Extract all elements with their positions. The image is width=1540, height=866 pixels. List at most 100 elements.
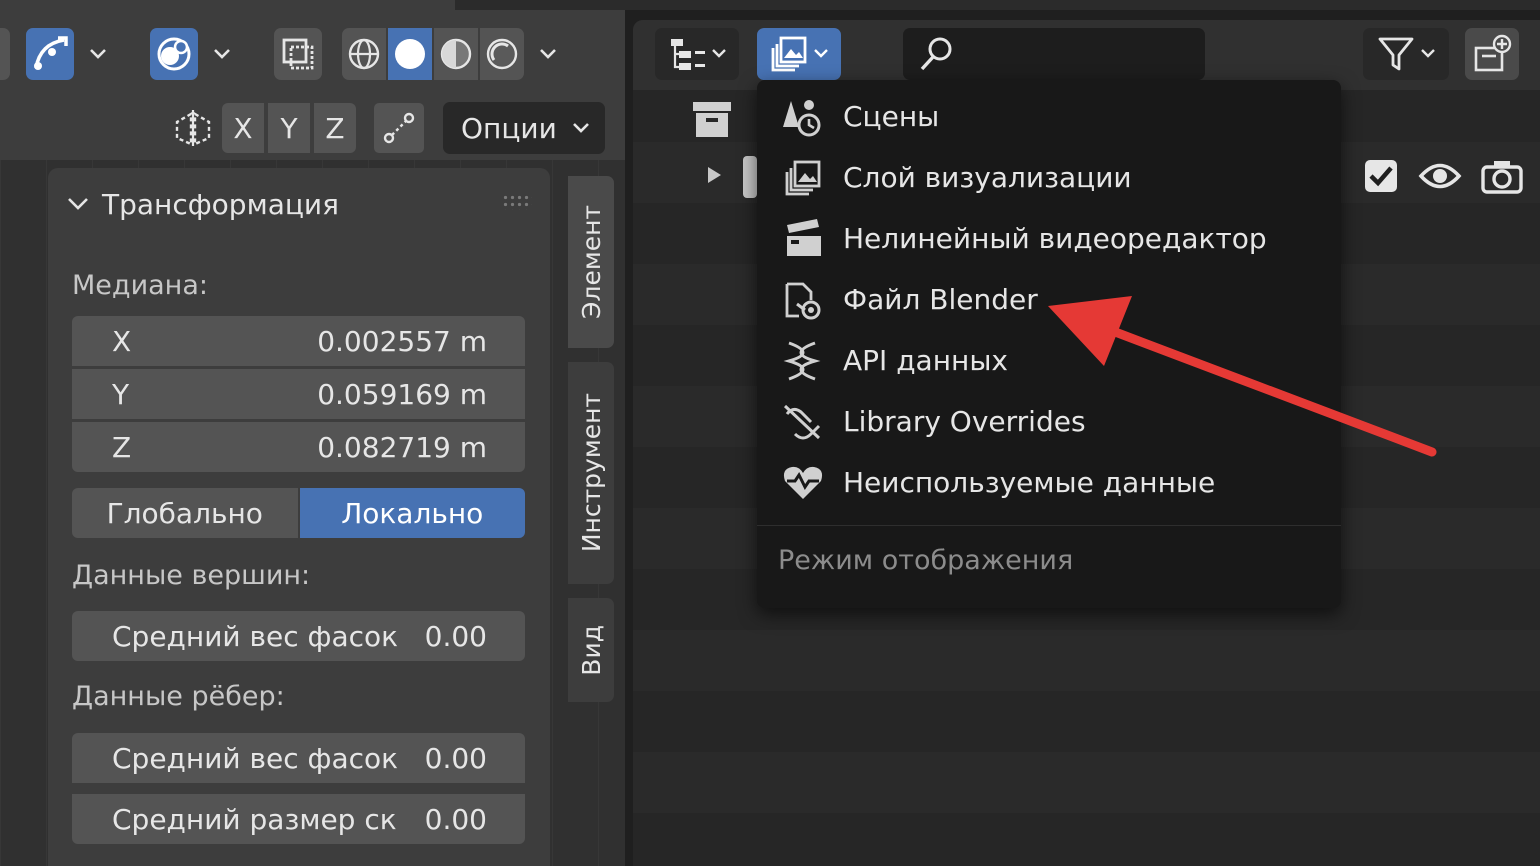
field-label: X <box>112 324 132 358</box>
material-sphere-icon <box>440 38 472 70</box>
gizmo-dropdown-button[interactable] <box>76 28 120 80</box>
menu-title: Режим отображения <box>778 545 1074 576</box>
menu-item-scenes[interactable]: Сцены <box>757 86 1341 147</box>
vertex-bevel-weight-field[interactable]: Средний вес фасок 0.00 <box>72 611 525 661</box>
drag-grip-icon[interactable] <box>502 194 532 210</box>
chevron-down-icon <box>540 49 556 59</box>
options-dropdown[interactable]: Опции <box>443 102 605 154</box>
mirror-icon-holder <box>168 103 218 153</box>
menu-separator <box>757 525 1341 526</box>
wireframe-sphere-icon <box>348 38 380 70</box>
menu-item-label: Library Overrides <box>843 405 1086 438</box>
global-button[interactable]: Глобально <box>72 488 298 538</box>
tab-view[interactable]: Вид <box>568 598 614 702</box>
menu-item-orphan-data[interactable]: Неиспользуемые данные <box>757 452 1341 513</box>
field-label: Y <box>112 377 130 411</box>
view-layer-icon <box>781 159 825 197</box>
scenes-icon <box>781 98 825 137</box>
edge-bevel-weight-field[interactable]: Средний вес фасок 0.00 <box>72 733 525 783</box>
gizmo-group <box>26 28 120 80</box>
mirror-axis-row: X Y Z <box>168 100 424 156</box>
options-label: Опции <box>461 111 557 145</box>
collection-icon <box>743 156 757 198</box>
solid-shading-button[interactable] <box>388 28 432 80</box>
overlay-dropdown-button[interactable] <box>200 28 244 80</box>
eye-icon[interactable] <box>1418 157 1462 195</box>
editor-type-button[interactable] <box>655 28 739 80</box>
edge-data-label: Данные рёбер: <box>72 681 285 712</box>
field-value: 0.082719 m <box>317 430 487 464</box>
data-api-icon <box>781 341 825 381</box>
filter-button[interactable] <box>1363 28 1449 80</box>
topology-mirror-icon <box>383 112 415 144</box>
checkbox-checked-icon[interactable] <box>1362 157 1400 195</box>
menu-item-sequencer[interactable]: Нелинейный видеоредактор <box>757 208 1341 269</box>
wireframe-shading-button[interactable] <box>342 28 386 80</box>
new-collection-icon <box>1474 34 1512 72</box>
window-top-strip <box>455 0 1540 10</box>
display-mode-menu: Сцены Слой визуализации Нелинейный видео… <box>757 80 1341 608</box>
filter-icon <box>1378 37 1414 71</box>
material-shading-button[interactable] <box>434 28 478 80</box>
median-label: Медиана: <box>72 270 208 301</box>
field-value: 0.00 <box>424 741 487 775</box>
menu-item-library-overrides[interactable]: Library Overrides <box>757 391 1341 452</box>
tab-item[interactable]: Элемент <box>568 176 614 348</box>
field-label: Средний размер ск <box>112 802 397 836</box>
field-value: 0.059169 m <box>317 377 487 411</box>
topology-mirror-button[interactable] <box>374 103 424 153</box>
gizmo-toggle-group <box>0 28 10 80</box>
menu-item-label: Нелинейный видеоредактор <box>843 222 1267 255</box>
camera-icon[interactable] <box>1480 157 1524 195</box>
overlay-toggle-button[interactable] <box>150 28 198 80</box>
median-x-field[interactable]: X 0.002557 m <box>72 316 525 366</box>
panel-header[interactable]: Трансформация <box>66 184 339 224</box>
display-mode-button[interactable] <box>757 28 841 80</box>
3d-viewport[interactable]: X Y Z Опции Трансформация Медиана: X 0.0… <box>0 0 625 866</box>
expand-arrow-icon[interactable] <box>703 164 725 190</box>
menu-item-view-layer[interactable]: Слой визуализации <box>757 147 1341 208</box>
collection-row-toggles <box>1362 152 1524 200</box>
blender-file-icon <box>781 281 825 320</box>
edge-crease-field[interactable]: Средний размер ск 0.00 <box>72 794 525 844</box>
shading-group <box>342 28 570 80</box>
rendered-shading-button[interactable] <box>480 28 524 80</box>
rendered-sphere-icon <box>486 38 518 70</box>
vertex-data-label: Данные вершин: <box>72 560 311 591</box>
menu-item-data-api[interactable]: API данных <box>757 330 1341 391</box>
tab-tool[interactable]: Инструмент <box>568 362 614 584</box>
search-icon <box>920 37 952 71</box>
overlay-icon <box>157 37 191 71</box>
xray-toggle-button[interactable] <box>274 28 322 80</box>
new-collection-button[interactable] <box>1465 28 1519 80</box>
solid-sphere-icon <box>395 39 425 69</box>
menu-item-label: Слой визуализации <box>843 161 1132 194</box>
shading-dropdown-button[interactable] <box>526 28 570 80</box>
search-input[interactable] <box>903 28 1205 80</box>
chevron-down-icon <box>1421 49 1435 58</box>
mirror-y-button[interactable]: Y <box>268 103 310 153</box>
chevron-down-icon <box>90 49 106 59</box>
tab-label: Вид <box>576 624 606 676</box>
view-layer-icon <box>771 36 807 72</box>
xray-icon <box>282 38 314 70</box>
menu-item-label: Файл Blender <box>843 283 1038 316</box>
sequencer-icon <box>781 219 825 258</box>
menu-item-blender-file[interactable]: Файл Blender <box>757 269 1341 330</box>
local-button[interactable]: Локально <box>299 488 525 538</box>
field-value: 0.002557 m <box>317 324 487 358</box>
chevron-down-icon <box>214 49 230 59</box>
mirror-x-button[interactable]: X <box>222 103 264 153</box>
field-label: Средний вес фасок <box>112 741 399 775</box>
gizmo-toggle-button[interactable] <box>26 28 74 80</box>
menu-item-label: Сцены <box>843 100 940 133</box>
prev-button-edge[interactable] <box>0 28 10 80</box>
overlay-group <box>150 28 244 80</box>
outliner-editor-icon <box>671 39 705 70</box>
median-y-field[interactable]: Y 0.059169 m <box>72 369 525 419</box>
coordinate-space-toggle: Глобально Локально <box>72 488 525 538</box>
mirror-z-button[interactable]: Z <box>314 103 356 153</box>
mirror-icon <box>175 110 211 146</box>
median-z-field[interactable]: Z 0.082719 m <box>72 422 525 472</box>
chevron-down-icon <box>573 123 589 133</box>
